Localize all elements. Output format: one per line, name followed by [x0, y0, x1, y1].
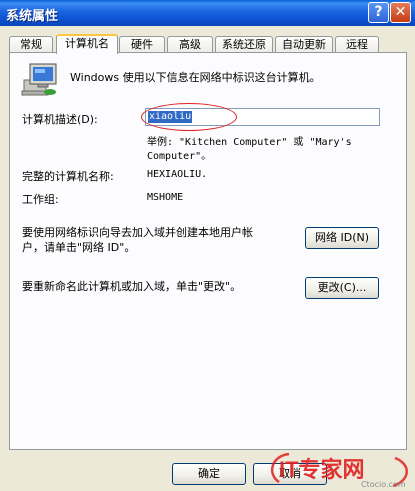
workgroup-label: 工作组:: [22, 193, 59, 206]
tab-system-restore[interactable]: 系统还原: [215, 36, 273, 53]
network-id-hint-line-1: 要使用网络标识向导去加入域并创建本地用户帐: [22, 226, 253, 239]
network-id-hint-line-2: 户，请单击"网络 ID"。: [22, 241, 136, 254]
tab-remote[interactable]: 远程: [335, 36, 379, 53]
it-expert-watermark: IT专家网 Ctocio.com: [265, 448, 415, 491]
full-name-value: HEXIAOLIU.: [147, 169, 208, 180]
help-button[interactable]: ?: [368, 2, 389, 23]
tab-automatic-updates[interactable]: 自动更新: [275, 36, 333, 53]
tab-hardware[interactable]: 硬件: [119, 36, 165, 53]
full-name-label: 完整的计算机名称:: [22, 170, 114, 183]
computer-network-icon: [21, 63, 57, 96]
rename-hint: 要重新命名此计算机或加入域，单击"更改"。: [22, 280, 242, 293]
example-line-1: 举例: "Kitchen Computer" 或 "Mary's: [147, 137, 352, 148]
ok-button[interactable]: 确定: [172, 463, 246, 485]
highlight-oval: [141, 103, 237, 131]
title-bar[interactable]: 系统属性 ? ✕: [0, 0, 415, 26]
tab-computer-name[interactable]: 计算机名: [56, 34, 118, 54]
tab-general[interactable]: 常规: [9, 36, 53, 53]
description-label: 计算机描述(D):: [22, 113, 98, 126]
workgroup-value: MSHOME: [147, 192, 184, 203]
watermark-brand: IT专家网: [279, 457, 365, 482]
change-button[interactable]: 更改(C)...: [305, 277, 379, 299]
window-title: 系统属性: [6, 9, 59, 24]
watermark-url: Ctocio.com: [361, 480, 406, 489]
network-id-button[interactable]: 网络 ID(N): [305, 227, 379, 249]
example-line-2: Computer"。: [147, 151, 212, 162]
system-properties-window: 系统属性 ? ✕ 常规 计算机名 硬件 高级 系统还原 自动更新 远程 Wind…: [0, 0, 415, 491]
close-button[interactable]: ✕: [390, 2, 411, 23]
tab-advanced[interactable]: 高级: [167, 36, 213, 53]
intro-text: Windows 使用以下信息在网络中标识这台计算机。: [70, 71, 321, 84]
